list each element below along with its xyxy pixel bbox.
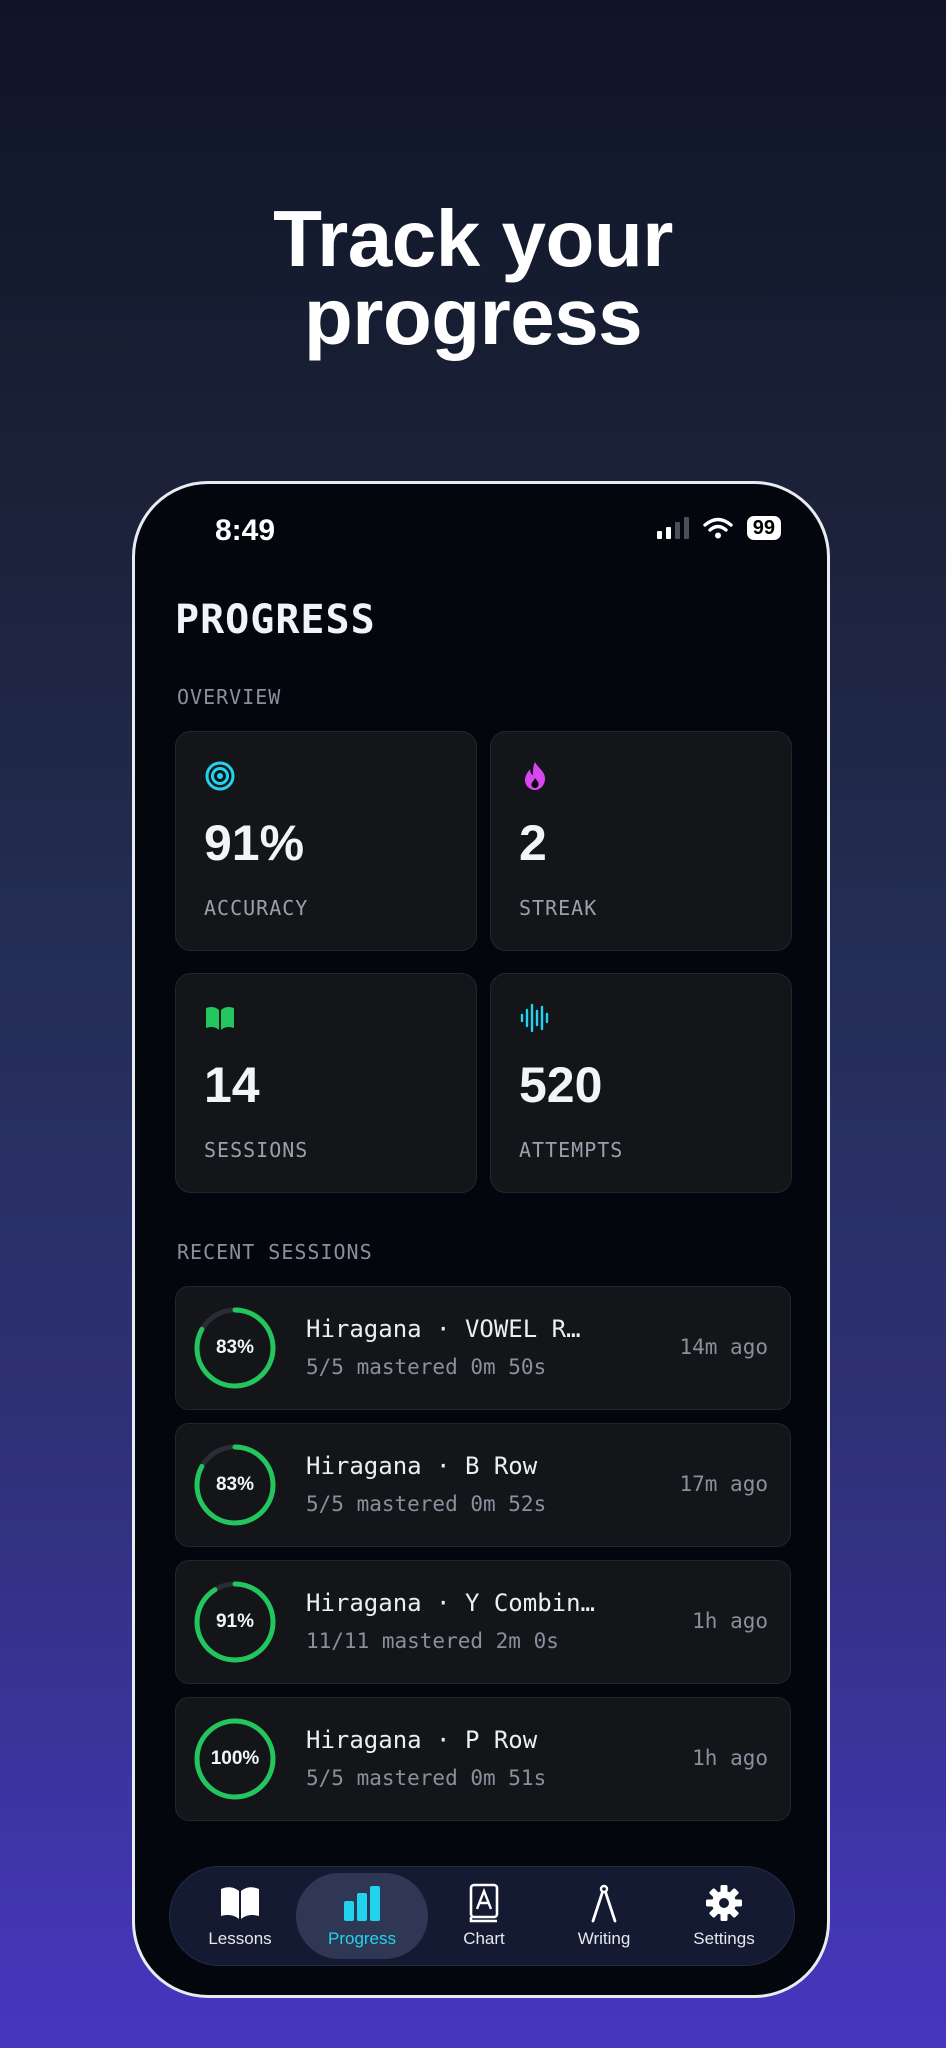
- book-open-icon: [221, 1887, 259, 1919]
- tab-label: Settings: [693, 1929, 755, 1948]
- streak-value: 2: [519, 815, 547, 871]
- accuracy-card: 91% ACCURACY: [175, 731, 477, 951]
- session-subtitle: 5/5 mastered 0m 50s: [306, 1355, 547, 1379]
- phone-frame: 8:49 99 PROGRESS OVERVIEW 91% ACCURACY 2…: [132, 481, 830, 1998]
- tab-label: Lessons: [208, 1929, 272, 1948]
- session-row[interactable]: 83% Hiragana · VOWEL R… 5/5 mastered 0m …: [175, 1286, 791, 1410]
- tab-label: Chart: [463, 1929, 505, 1948]
- session-subtitle: 11/11 mastered 2m 0s: [306, 1629, 559, 1653]
- page-title: PROGRESS: [175, 597, 376, 643]
- wifi-icon: [703, 517, 733, 539]
- attempts-card: 520 ATTEMPTS: [490, 973, 792, 1193]
- recent-sessions-label: RECENT SESSIONS: [177, 1240, 373, 1264]
- session-time: 1h ago: [692, 1609, 768, 1633]
- headline: Track your progress: [0, 194, 946, 361]
- session-row[interactable]: 100% Hiragana · P Row 5/5 mastered 0m 51…: [175, 1697, 791, 1821]
- session-subtitle: 5/5 mastered 0m 51s: [306, 1766, 547, 1790]
- accuracy-label: ACCURACY: [204, 896, 309, 920]
- attempts-value: 520: [519, 1057, 603, 1113]
- waveform-icon: [520, 1003, 549, 1033]
- session-subtitle: 5/5 mastered 0m 52s: [306, 1492, 547, 1516]
- streak-card: 2 STREAK: [490, 731, 792, 951]
- gear-icon: [706, 1885, 742, 1921]
- tab-progress[interactable]: Progress: [296, 1873, 428, 1959]
- cellular-signal-icon: [656, 517, 689, 539]
- status-icons: 99: [656, 516, 781, 540]
- session-row[interactable]: 83% Hiragana · B Row 5/5 mastered 0m 52s…: [175, 1423, 791, 1547]
- session-percent: 83%: [215, 1337, 255, 1358]
- session-title: Hiragana · B Row: [306, 1452, 538, 1480]
- sessions-value: 14: [204, 1057, 260, 1113]
- session-percent: 100%: [210, 1748, 260, 1769]
- overview-label: OVERVIEW: [177, 685, 282, 709]
- battery-indicator: 99: [746, 516, 781, 540]
- sessions-card: 14 SESSIONS: [175, 973, 477, 1193]
- session-title: Hiragana · Y Combin…: [306, 1589, 595, 1617]
- session-title: Hiragana · P Row: [306, 1726, 538, 1754]
- headline-line-1: Track your: [273, 194, 673, 283]
- accuracy-value: 91%: [204, 815, 305, 871]
- session-percent: 91%: [215, 1611, 255, 1632]
- session-percent: 83%: [215, 1474, 255, 1495]
- tab-lessons[interactable]: Lessons: [180, 1873, 300, 1959]
- sessions-label: SESSIONS: [204, 1138, 309, 1162]
- book-icon: [206, 1006, 234, 1030]
- compass-pen-icon: [591, 1884, 617, 1923]
- tab-bar: Lessons Progress Chart Writing Settings: [169, 1866, 795, 1966]
- session-row[interactable]: 91% Hiragana · Y Combin… 11/11 mastered …: [175, 1560, 791, 1684]
- bar-chart-icon: [344, 1886, 380, 1921]
- tab-label: Progress: [327, 1929, 397, 1948]
- status-time: 8:49: [215, 514, 276, 547]
- flame-icon: [525, 762, 546, 790]
- tab-writing[interactable]: Writing: [544, 1873, 664, 1959]
- session-time: 1h ago: [692, 1746, 768, 1770]
- session-title: Hiragana · VOWEL R…: [306, 1315, 581, 1343]
- session-time: 17m ago: [679, 1472, 768, 1496]
- tab-settings[interactable]: Settings: [664, 1873, 784, 1959]
- session-time: 14m ago: [679, 1335, 768, 1359]
- target-icon: [205, 761, 235, 791]
- attempts-label: ATTEMPTS: [519, 1138, 624, 1162]
- headline-line-2: progress: [303, 272, 643, 361]
- streak-label: STREAK: [519, 896, 598, 920]
- kana-chart-icon: [469, 1883, 499, 1923]
- tab-chart[interactable]: Chart: [424, 1873, 544, 1959]
- tab-label: Writing: [577, 1929, 631, 1948]
